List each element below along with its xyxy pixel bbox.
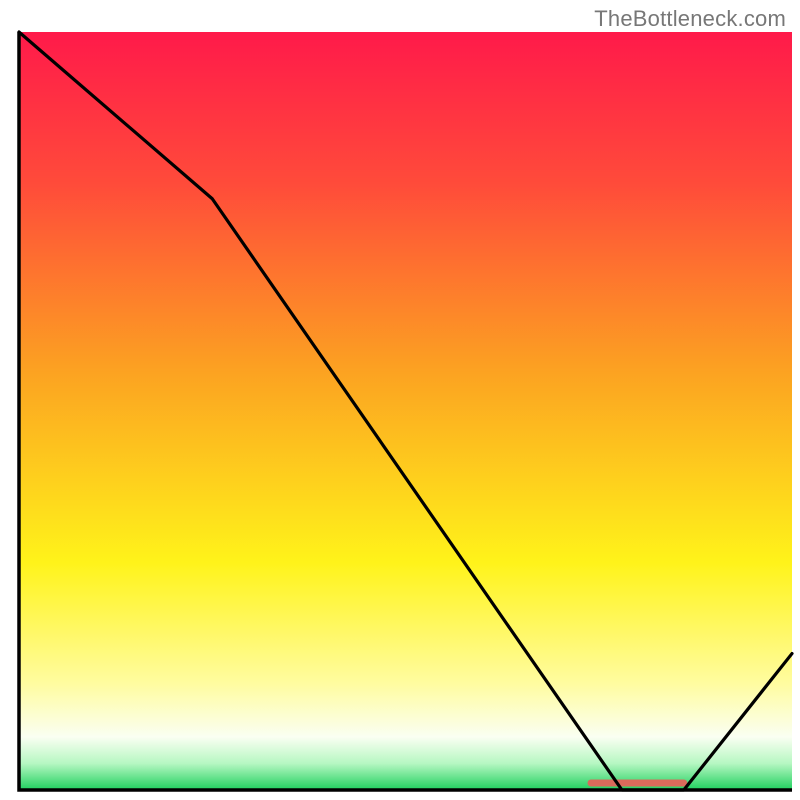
bottleneck-chart [0,0,800,800]
gradient-background [19,32,792,790]
chart-stage: TheBottleneck.com [0,0,800,800]
